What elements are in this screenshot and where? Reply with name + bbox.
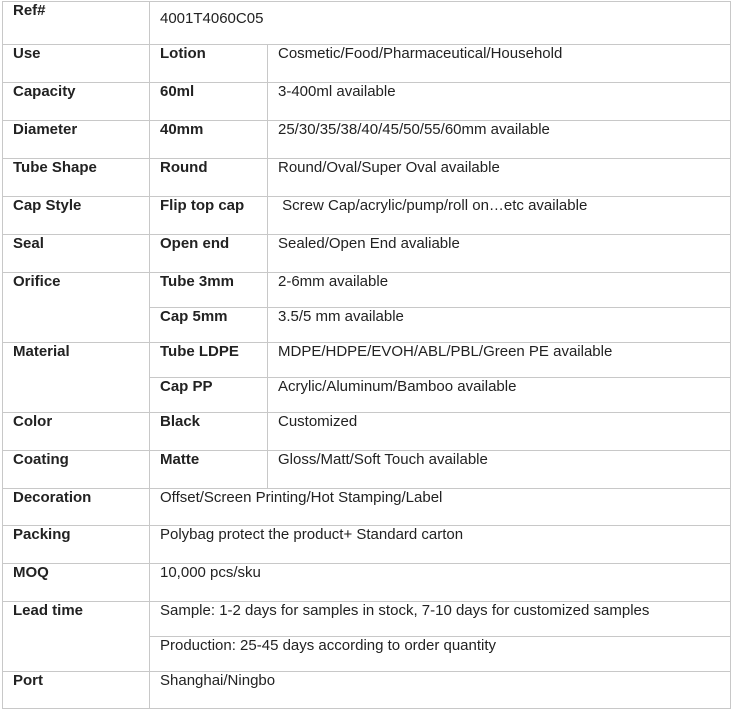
label-cap-style: Cap Style [2, 196, 150, 235]
row-use: Use Lotion Cosmetic/Food/Pharmaceutical/… [2, 44, 731, 83]
label-use: Use [2, 44, 150, 83]
row-capacity: Capacity 60ml 3-400ml available [2, 82, 731, 121]
spec-material-cap: Cap PP [149, 377, 268, 413]
label-capacity: Capacity [2, 82, 150, 121]
row-packing: Packing Polybag protect the product+ Sta… [2, 525, 731, 564]
row-coating: Coating Matte Gloss/Matt/Soft Touch avai… [2, 450, 731, 489]
row-tube-shape: Tube Shape Round Round/Oval/Super Oval a… [2, 158, 731, 197]
spec-color: Black [149, 412, 268, 451]
available-cap-style: Screw Cap/acrylic/pump/roll on…etc avail… [267, 196, 731, 235]
label-tube-shape: Tube Shape [2, 158, 150, 197]
row-material-1: Material Tube LDPE MDPE/HDPE/EVOH/ABL/PB… [2, 342, 731, 413]
available-material-tube: MDPE/HDPE/EVOH/ABL/PBL/Green PE availabl… [267, 342, 731, 378]
value-decoration: Offset/Screen Printing/Hot Stamping/Labe… [149, 488, 731, 526]
row-ref: Ref# 4001T4060C05 [2, 1, 731, 45]
label-orifice: Orifice [2, 272, 150, 343]
spec-tube-shape: Round [149, 158, 268, 197]
label-material: Material [2, 342, 150, 413]
available-use: Cosmetic/Food/Pharmaceutical/Household [267, 44, 731, 83]
spec-coating: Matte [149, 450, 268, 489]
value-port: Shanghai/Ningbo [149, 671, 731, 709]
spec-seal: Open end [149, 234, 268, 273]
available-material-cap: Acrylic/Aluminum/Bamboo available [267, 377, 731, 413]
row-diameter: Diameter 40mm 25/30/35/38/40/45/50/55/60… [2, 120, 731, 159]
spec-cap-style: Flip top cap [149, 196, 268, 235]
row-port: Port Shanghai/Ningbo [2, 671, 731, 709]
row-decoration: Decoration Offset/Screen Printing/Hot St… [2, 488, 731, 526]
label-port: Port [2, 671, 150, 709]
spec-orifice-tube: Tube 3mm [149, 272, 268, 308]
row-cap-style: Cap Style Flip top cap Screw Cap/acrylic… [2, 196, 731, 235]
row-moq: MOQ 10,000 pcs/sku [2, 563, 731, 602]
spec-diameter: 40mm [149, 120, 268, 159]
available-diameter: 25/30/35/38/40/45/50/55/60mm available [267, 120, 731, 159]
available-capacity: 3-400ml available [267, 82, 731, 121]
spec-material-tube: Tube LDPE [149, 342, 268, 378]
spec-capacity: 60ml [149, 82, 268, 121]
available-coating: Gloss/Matt/Soft Touch available [267, 450, 731, 489]
label-seal: Seal [2, 234, 150, 273]
value-lead-time-sample: Sample: 1-2 days for samples in stock, 7… [149, 601, 731, 637]
available-orifice-tube: 2-6mm available [267, 272, 731, 308]
spec-orifice-cap: Cap 5mm [149, 307, 268, 343]
value-packing: Polybag protect the product+ Standard ca… [149, 525, 731, 564]
available-seal: Sealed/Open End avaliable [267, 234, 731, 273]
label-packing: Packing [2, 525, 150, 564]
label-decoration: Decoration [2, 488, 150, 526]
value-moq: 10,000 pcs/sku [149, 563, 731, 602]
available-color: Customized [267, 412, 731, 451]
value-ref: 4001T4060C05 [149, 1, 731, 45]
spec-use: Lotion [149, 44, 268, 83]
label-moq: MOQ [2, 563, 150, 602]
label-lead-time: Lead time [2, 601, 150, 672]
available-tube-shape: Round/Oval/Super Oval available [267, 158, 731, 197]
available-orifice-cap: 3.5/5 mm available [267, 307, 731, 343]
value-lead-time-production: Production: 25-45 days according to orde… [149, 636, 731, 672]
row-seal: Seal Open end Sealed/Open End avaliable [2, 234, 731, 273]
row-color: Color Black Customized [2, 412, 731, 451]
label-coating: Coating [2, 450, 150, 489]
label-diameter: Diameter [2, 120, 150, 159]
row-lead-time-1: Lead time Sample: 1-2 days for samples i… [2, 601, 731, 672]
row-orifice-1: Orifice Tube 3mm 2-6mm available [2, 272, 731, 343]
label-ref: Ref# [2, 1, 150, 45]
label-color: Color [2, 412, 150, 451]
product-spec-table: Ref# 4001T4060C05 Use Lotion Cosmetic/Fo… [2, 1, 731, 709]
